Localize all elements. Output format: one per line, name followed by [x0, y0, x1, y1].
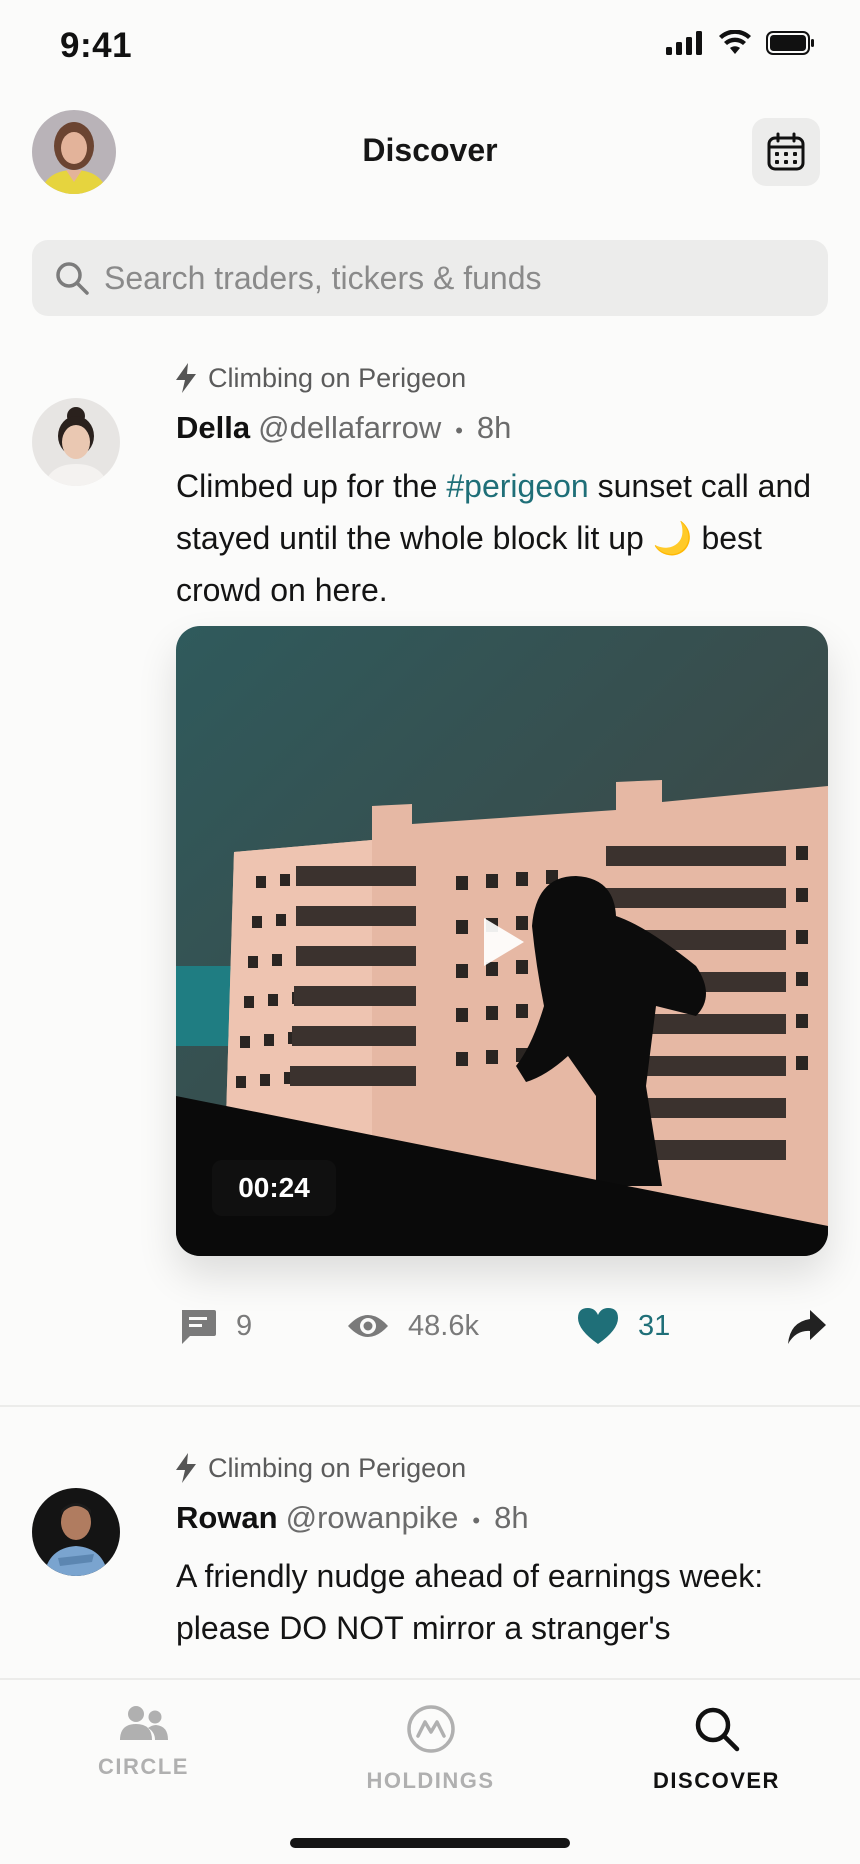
post-author-avatar[interactable] [32, 1488, 120, 1576]
status-icons [666, 30, 816, 56]
post-text-start: Climbed up for the [176, 468, 447, 504]
tab-circle[interactable]: CIRCLE [0, 1680, 287, 1810]
meta-separator: • [472, 1508, 481, 1533]
search-bar[interactable] [32, 240, 828, 316]
calendar-button[interactable] [752, 118, 820, 186]
battery-icon [766, 31, 814, 55]
people-icon [119, 1706, 168, 1740]
lightning-icon [176, 1453, 196, 1483]
post-context: Climbing on Perigeon [174, 1452, 466, 1484]
video-player[interactable]: 00:24 [176, 626, 828, 1256]
heart-icon [578, 1308, 618, 1344]
video-duration: 00:24 [212, 1160, 336, 1216]
post-actions: 9 48.6k 31 [176, 1300, 832, 1356]
search-input[interactable] [104, 259, 784, 297]
wifi-icon [719, 30, 751, 54]
share-icon [788, 1310, 826, 1344]
comment-button[interactable]: 9 [178, 1306, 252, 1346]
author-name[interactable]: Rowan [176, 1500, 278, 1536]
post-meta: Rowan @rowanpike • 8h [176, 1500, 529, 1536]
tab-label: HOLDINGS [366, 1768, 495, 1793]
post-time: 8h [476, 410, 512, 445]
author-handle[interactable]: @rowanpike [286, 1500, 459, 1536]
header: Discover [0, 108, 860, 198]
post-context-label: Climbing on Perigeon [208, 1452, 467, 1483]
tab-discover[interactable]: DISCOVER [573, 1680, 860, 1810]
calendar-icon [767, 132, 805, 171]
post-body: Climbed up for the #perigeon sunset call… [176, 460, 826, 616]
like-button[interactable]: 31 [576, 1306, 670, 1346]
post-context-label: Climbing on Perigeon [208, 362, 467, 393]
post-meta: Della @dellafarrow • 8h [176, 410, 511, 446]
search-icon [56, 262, 89, 295]
views-stat: 48.6k [346, 1306, 479, 1346]
cellular-signal-icon [666, 31, 702, 55]
hashtag-link[interactable]: #perigeon [446, 468, 588, 504]
play-icon[interactable] [472, 912, 532, 972]
home-indicator[interactable] [290, 1838, 570, 1848]
search-icon [695, 1707, 739, 1752]
status-time: 9:41 [60, 26, 133, 65]
lightning-icon [176, 363, 196, 393]
comment-count: 9 [236, 1309, 253, 1342]
post-body: A friendly nudge ahead of earnings week:… [176, 1558, 764, 1646]
comment-icon [182, 1310, 216, 1344]
meta-separator: • [455, 418, 463, 443]
tab-label: DISCOVER [653, 1768, 780, 1793]
author-name[interactable]: Della [176, 410, 250, 446]
tab-holdings[interactable]: HOLDINGS [287, 1680, 574, 1810]
post-author-avatar[interactable] [32, 398, 120, 486]
share-button[interactable] [786, 1308, 828, 1346]
tab-bar: CIRCLE HOLDINGS DISCOVER [0, 1678, 860, 1864]
tab-label: CIRCLE [98, 1754, 189, 1779]
status-bar: 9:41 [0, 0, 860, 96]
post-divider [0, 1405, 860, 1407]
chart-circle-icon [406, 1705, 455, 1753]
post-context: Climbing on Perigeon [174, 362, 466, 394]
view-count: 48.6k [408, 1309, 479, 1342]
post-time: 8h [494, 1500, 529, 1535]
author-handle[interactable]: @dellafarrow [258, 410, 441, 446]
page-title: Discover [362, 132, 498, 168]
like-count: 31 [638, 1309, 671, 1342]
eye-icon [348, 1315, 388, 1337]
